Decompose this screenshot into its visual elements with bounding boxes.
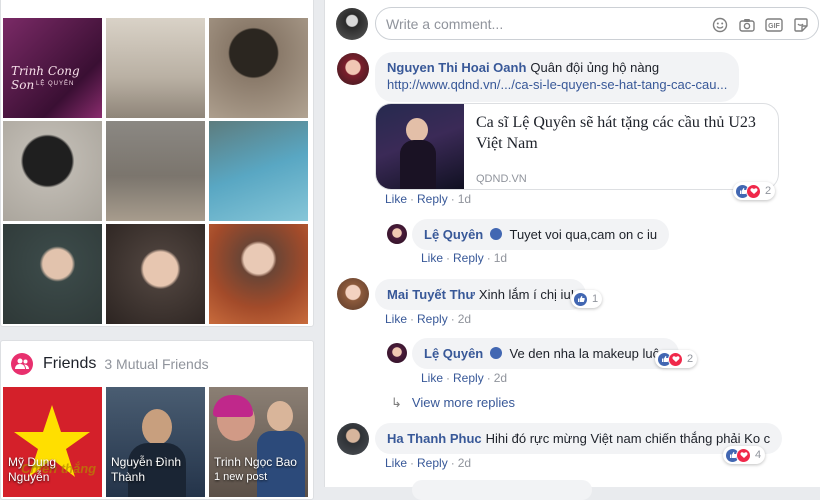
friend-tile-2[interactable]: Nguyễn Đình Thành <box>106 387 205 497</box>
friend-name: Mỹ Dung Nguyễn <box>8 455 57 484</box>
verified-badge-icon <box>490 347 503 359</box>
emoji-icon[interactable] <box>711 16 729 34</box>
reply-bubble: Lệ Quyên Ve den nha la makeup luôn <box>412 338 680 369</box>
reaction-summary[interactable]: 2 <box>733 182 776 200</box>
link-preview-image <box>376 104 464 189</box>
reaction-count: 2 <box>765 185 772 197</box>
replier-avatar[interactable] <box>387 224 407 244</box>
album-cover-sub: LỆ QUYÊN <box>36 81 75 87</box>
photo-4[interactable] <box>3 121 102 221</box>
photo-6[interactable] <box>209 121 308 221</box>
replier-avatar[interactable] <box>387 343 407 363</box>
reply-bubble: Lệ Quyên Tuyet voi qua,cam on c iu <box>412 219 670 250</box>
comment-author[interactable]: Lệ Quyên <box>424 227 483 242</box>
photo-8[interactable] <box>106 224 205 324</box>
reaction-summary[interactable]: 4 <box>723 446 766 464</box>
reply-link[interactable]: Reply <box>453 371 484 385</box>
friends-header[interactable]: Friends 3 Mutual Friends <box>11 353 209 375</box>
comment-author[interactable]: Mai Tuyết Thư <box>387 287 475 302</box>
comment-composer: GIF <box>375 7 819 40</box>
comments-panel: GIF Nguyen Thi Hoai Oanh Quân đội ủng hộ … <box>324 0 820 500</box>
comment-author[interactable]: Nguyen Thi Hoai Oanh <box>387 60 526 75</box>
photo-3[interactable] <box>209 18 308 118</box>
friend-name: Trinh Ngọc Bao 1 new post <box>214 455 297 483</box>
comment-text: Quân đội ủng hộ nàng <box>530 60 660 75</box>
like-link[interactable]: Like <box>385 192 407 206</box>
comment-bubble: Ha Thanh Phuc Hihi đó rực mừng Việt nam c… <box>375 423 783 454</box>
like-link[interactable]: Like <box>385 456 407 470</box>
view-more-replies[interactable]: ↳ View more replies <box>391 395 515 411</box>
friend-name: Nguyễn Đình Thành <box>111 455 182 484</box>
photo-9[interactable] <box>209 224 308 324</box>
comment-time[interactable]: 2d <box>494 371 507 385</box>
comment-actions: Like · Reply · 1d <box>385 192 472 206</box>
gif-icon[interactable]: GIF <box>765 16 783 34</box>
comment-actions: Like · Reply · 2d <box>385 312 472 326</box>
friend-tile-1[interactable]: Chiến thắng Mỹ Dung Nguyễn <box>3 387 102 497</box>
commenter-avatar[interactable] <box>337 423 369 455</box>
reaction-summary[interactable]: 1 <box>571 290 603 308</box>
commenter-avatar[interactable] <box>337 53 369 85</box>
friends-title: Friends <box>43 355 97 372</box>
comment-actions: Like · Reply · 1d <box>421 251 508 265</box>
love-reaction-icon <box>668 351 683 367</box>
comment-time[interactable]: 1d <box>458 192 471 206</box>
reaction-count: 4 <box>755 449 762 461</box>
reply-bubble-partial <box>412 480 592 500</box>
comment-time[interactable]: 2d <box>458 456 471 470</box>
friend-sub: 1 new post <box>214 471 268 483</box>
friend-tile-3[interactable]: Trinh Ngọc Bao 1 new post <box>209 387 308 497</box>
friends-card: Friends 3 Mutual Friends Chiến thắng Mỹ … <box>0 340 314 500</box>
love-reaction-icon <box>736 447 751 463</box>
photo-2[interactable] <box>106 18 205 118</box>
sticker-icon[interactable] <box>792 16 810 34</box>
comment-text: Ve den nha la makeup luôn <box>509 346 668 361</box>
link-preview-title: Ca sĩ Lệ Quyên sẽ hát tặng các cầu thủ U… <box>476 114 756 152</box>
comment-input[interactable] <box>386 14 686 34</box>
reply-link[interactable]: Reply <box>417 192 448 206</box>
reply-link[interactable]: Reply <box>453 251 484 265</box>
comment-actions: Like · Reply · 2d <box>421 371 508 385</box>
svg-text:GIF: GIF <box>768 23 780 30</box>
like-link[interactable]: Like <box>385 312 407 326</box>
album-cover-text: Trinh Cong Son <box>11 64 80 92</box>
comment-link[interactable]: http://www.qdnd.vn/.../ca-si-le-quyen-se… <box>387 77 727 92</box>
comment-time[interactable]: 1d <box>494 251 507 265</box>
camera-icon[interactable] <box>738 16 756 34</box>
link-preview-card[interactable]: Ca sĩ Lệ Quyên sẽ hát tặng các cầu thủ U… <box>375 103 779 190</box>
like-reaction-icon <box>573 291 588 307</box>
comment-bubble: Nguyen Thi Hoai Oanh Quân đội ủng hộ nàng… <box>375 52 740 102</box>
comment-author[interactable]: Ha Thanh Phuc <box>387 431 482 446</box>
photo-7[interactable] <box>3 224 102 324</box>
comment-text: Hihi đó rực mừng Việt nam chiến thắng ph… <box>485 431 771 446</box>
reaction-summary[interactable]: 2 <box>655 350 698 368</box>
verified-badge-icon <box>490 228 503 240</box>
reply-arrow-icon: ↳ <box>391 395 402 410</box>
photos-card: Trinh Cong Son LỆ QUYÊN <box>0 0 314 327</box>
friends-icon <box>11 353 33 375</box>
comment-actions: Like · Reply · 2d <box>385 456 472 470</box>
link-preview-domain: QDND.VN <box>476 173 527 185</box>
comment-text: Tuyet voi qua,cam on c iu <box>509 227 658 242</box>
left-column: Trinh Cong Son LỆ QUYÊN Friends 3 Mutual… <box>0 0 314 500</box>
current-user-avatar[interactable] <box>336 8 368 40</box>
like-link[interactable]: Like <box>421 371 443 385</box>
comment-bubble: Mai Tuyết Thư Xinh lắm í chị iu! <box>375 279 587 310</box>
comment-text: Xinh lắm í chị iu! <box>478 287 575 302</box>
reply-link[interactable]: Reply <box>417 456 448 470</box>
commenter-avatar[interactable] <box>337 278 369 310</box>
reaction-count: 2 <box>687 353 694 365</box>
photo-5[interactable] <box>106 121 205 221</box>
mutual-friends-count: 3 Mutual Friends <box>104 356 209 372</box>
reaction-count: 1 <box>592 293 599 305</box>
reply-link[interactable]: Reply <box>417 312 448 326</box>
comment-time[interactable]: 2d <box>458 312 471 326</box>
comment-author[interactable]: Lệ Quyên <box>424 346 483 361</box>
love-reaction-icon <box>746 183 761 199</box>
like-link[interactable]: Like <box>421 251 443 265</box>
photo-1[interactable]: Trinh Cong Son LỆ QUYÊN <box>3 18 102 118</box>
view-more-replies-label[interactable]: View more replies <box>412 395 515 410</box>
